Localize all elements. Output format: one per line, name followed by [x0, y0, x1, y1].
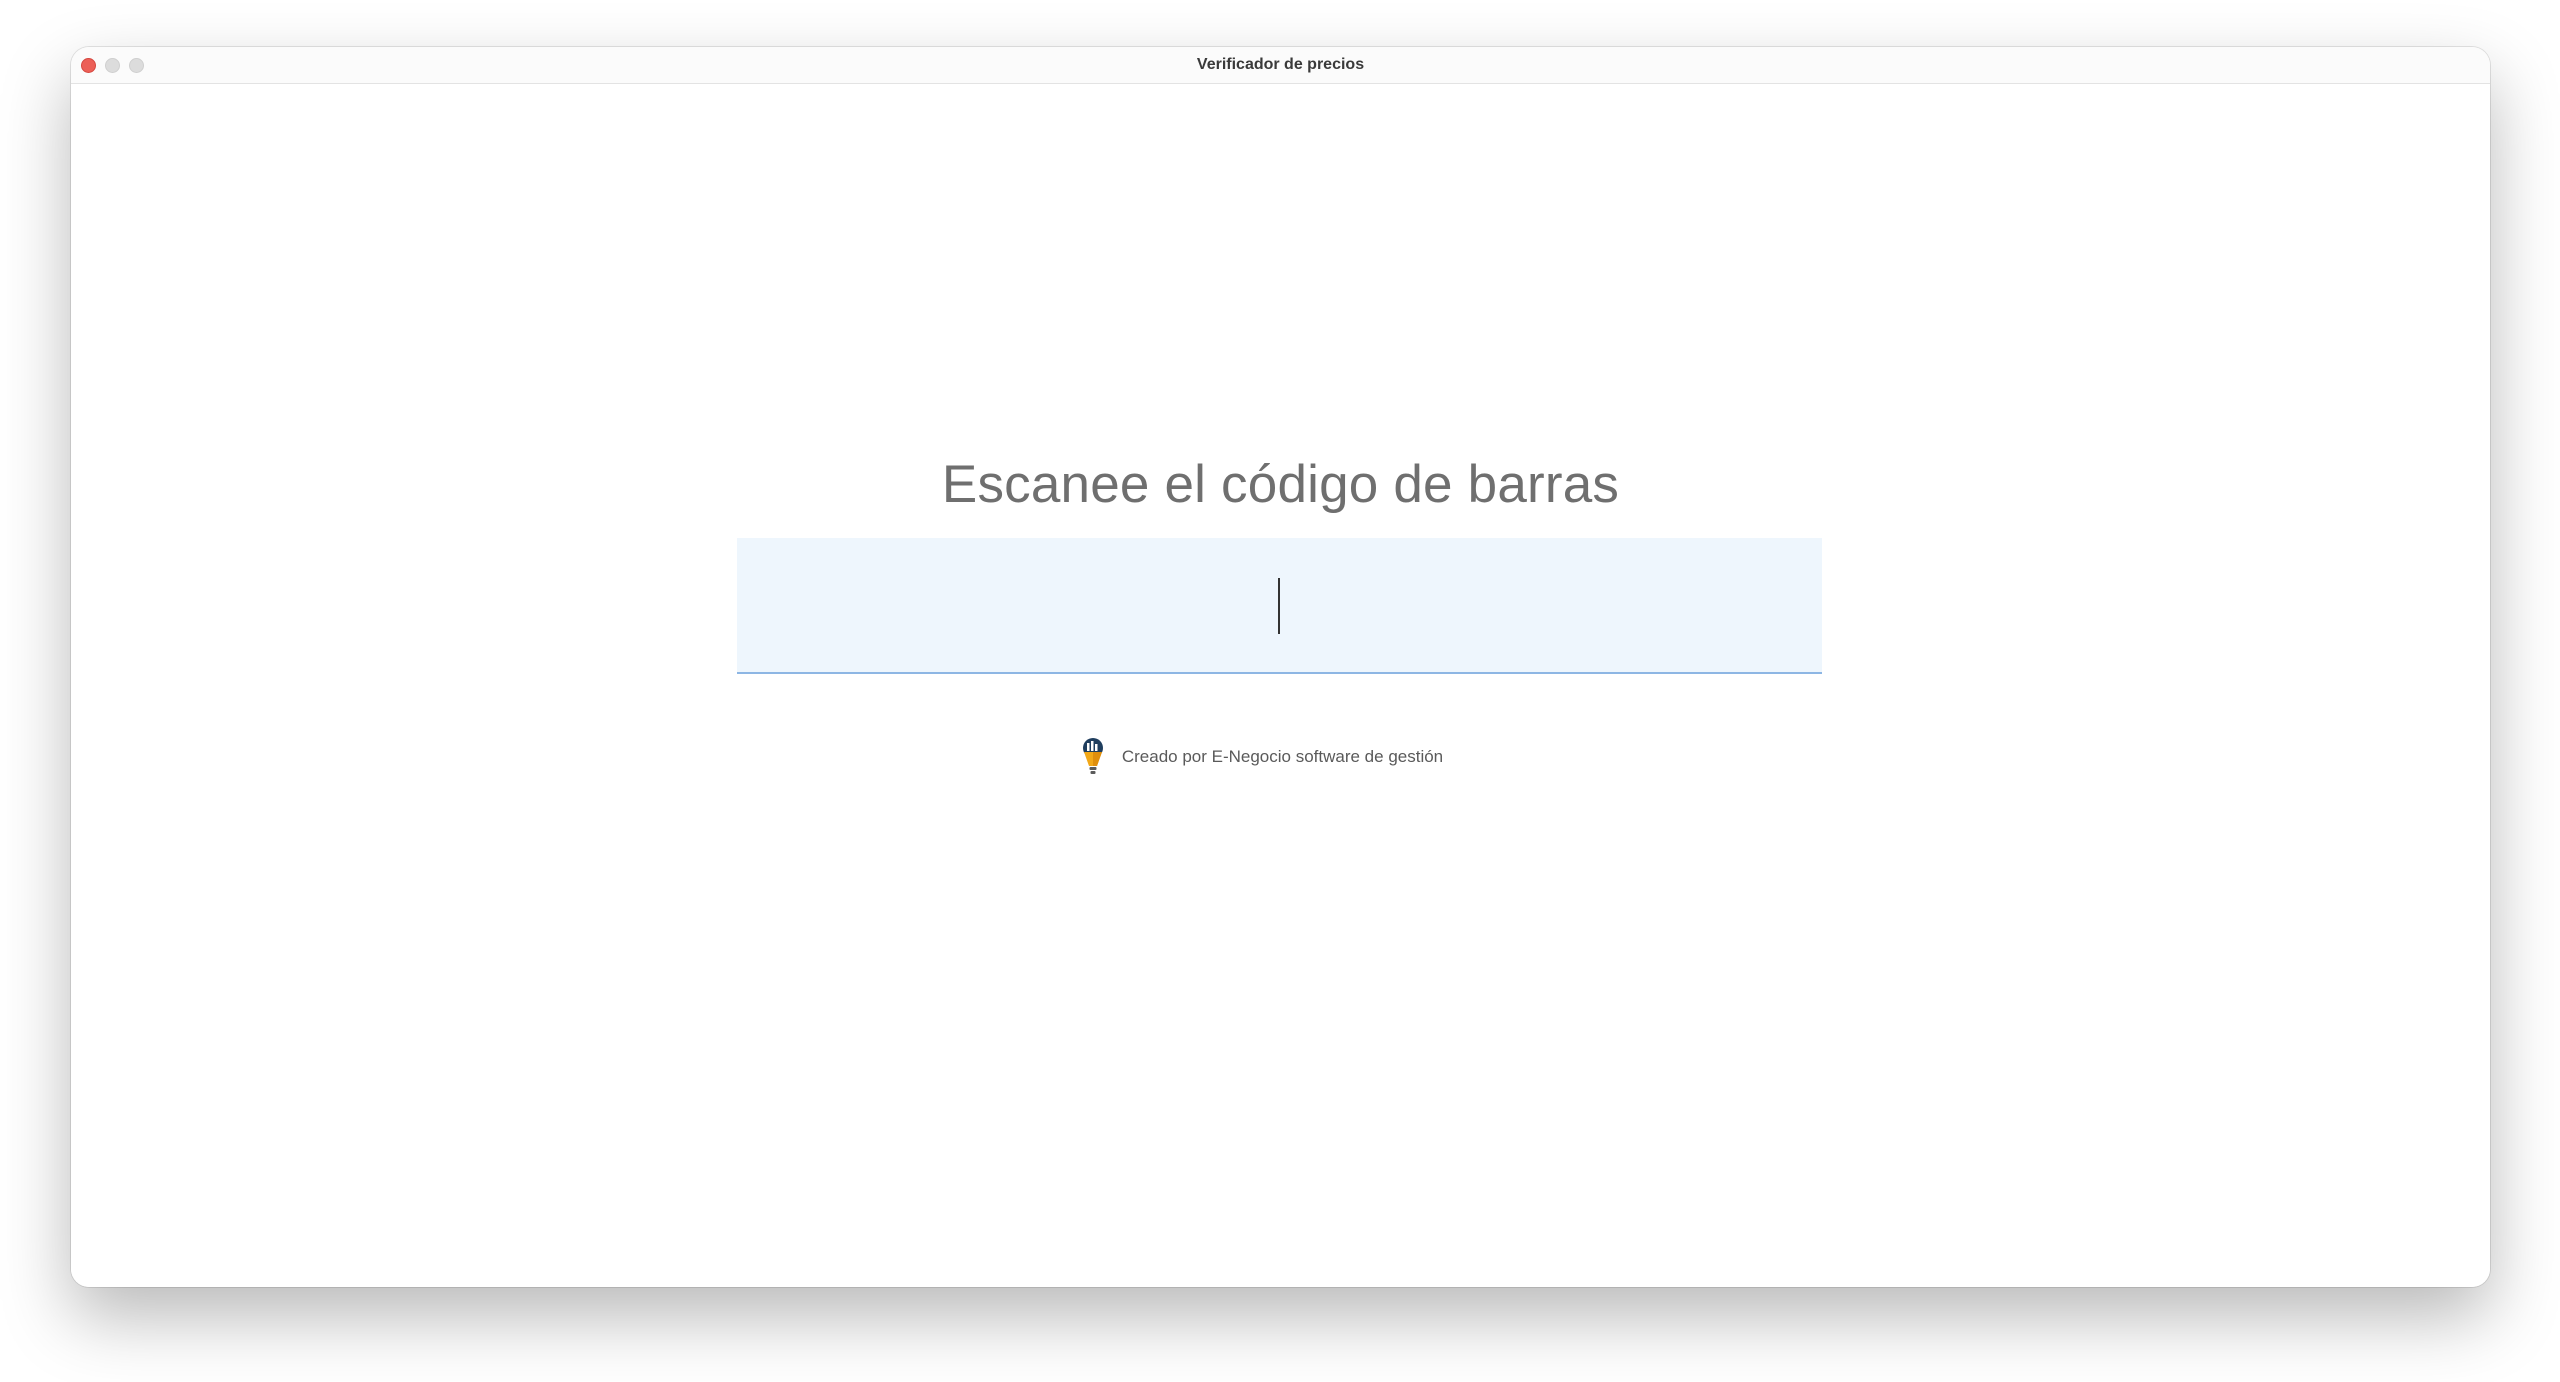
lightbulb-logo-icon — [1082, 738, 1103, 774]
page-heading: Escanee el código de barras — [941, 455, 1620, 514]
credit-footer: Creado por E-Negocio software de gestión — [71, 735, 2490, 779]
text-caret — [1278, 578, 1280, 634]
title-bar[interactable]: Verificador de precios — [71, 47, 2490, 84]
main-content: Escanee el código de barras Creado por E… — [71, 84, 2490, 1287]
app-window: Verificador de precios Escanee el código… — [71, 47, 2490, 1287]
credit-text: Creado por E-Negocio software de gestión — [1121, 747, 1444, 766]
barcode-input[interactable] — [737, 538, 1826, 674]
desktop: Verificador de precios Escanee el código… — [0, 0, 2560, 1382]
barcode-input-container[interactable] — [737, 538, 1826, 674]
window-title: Verificador de precios — [1196, 56, 1365, 73]
